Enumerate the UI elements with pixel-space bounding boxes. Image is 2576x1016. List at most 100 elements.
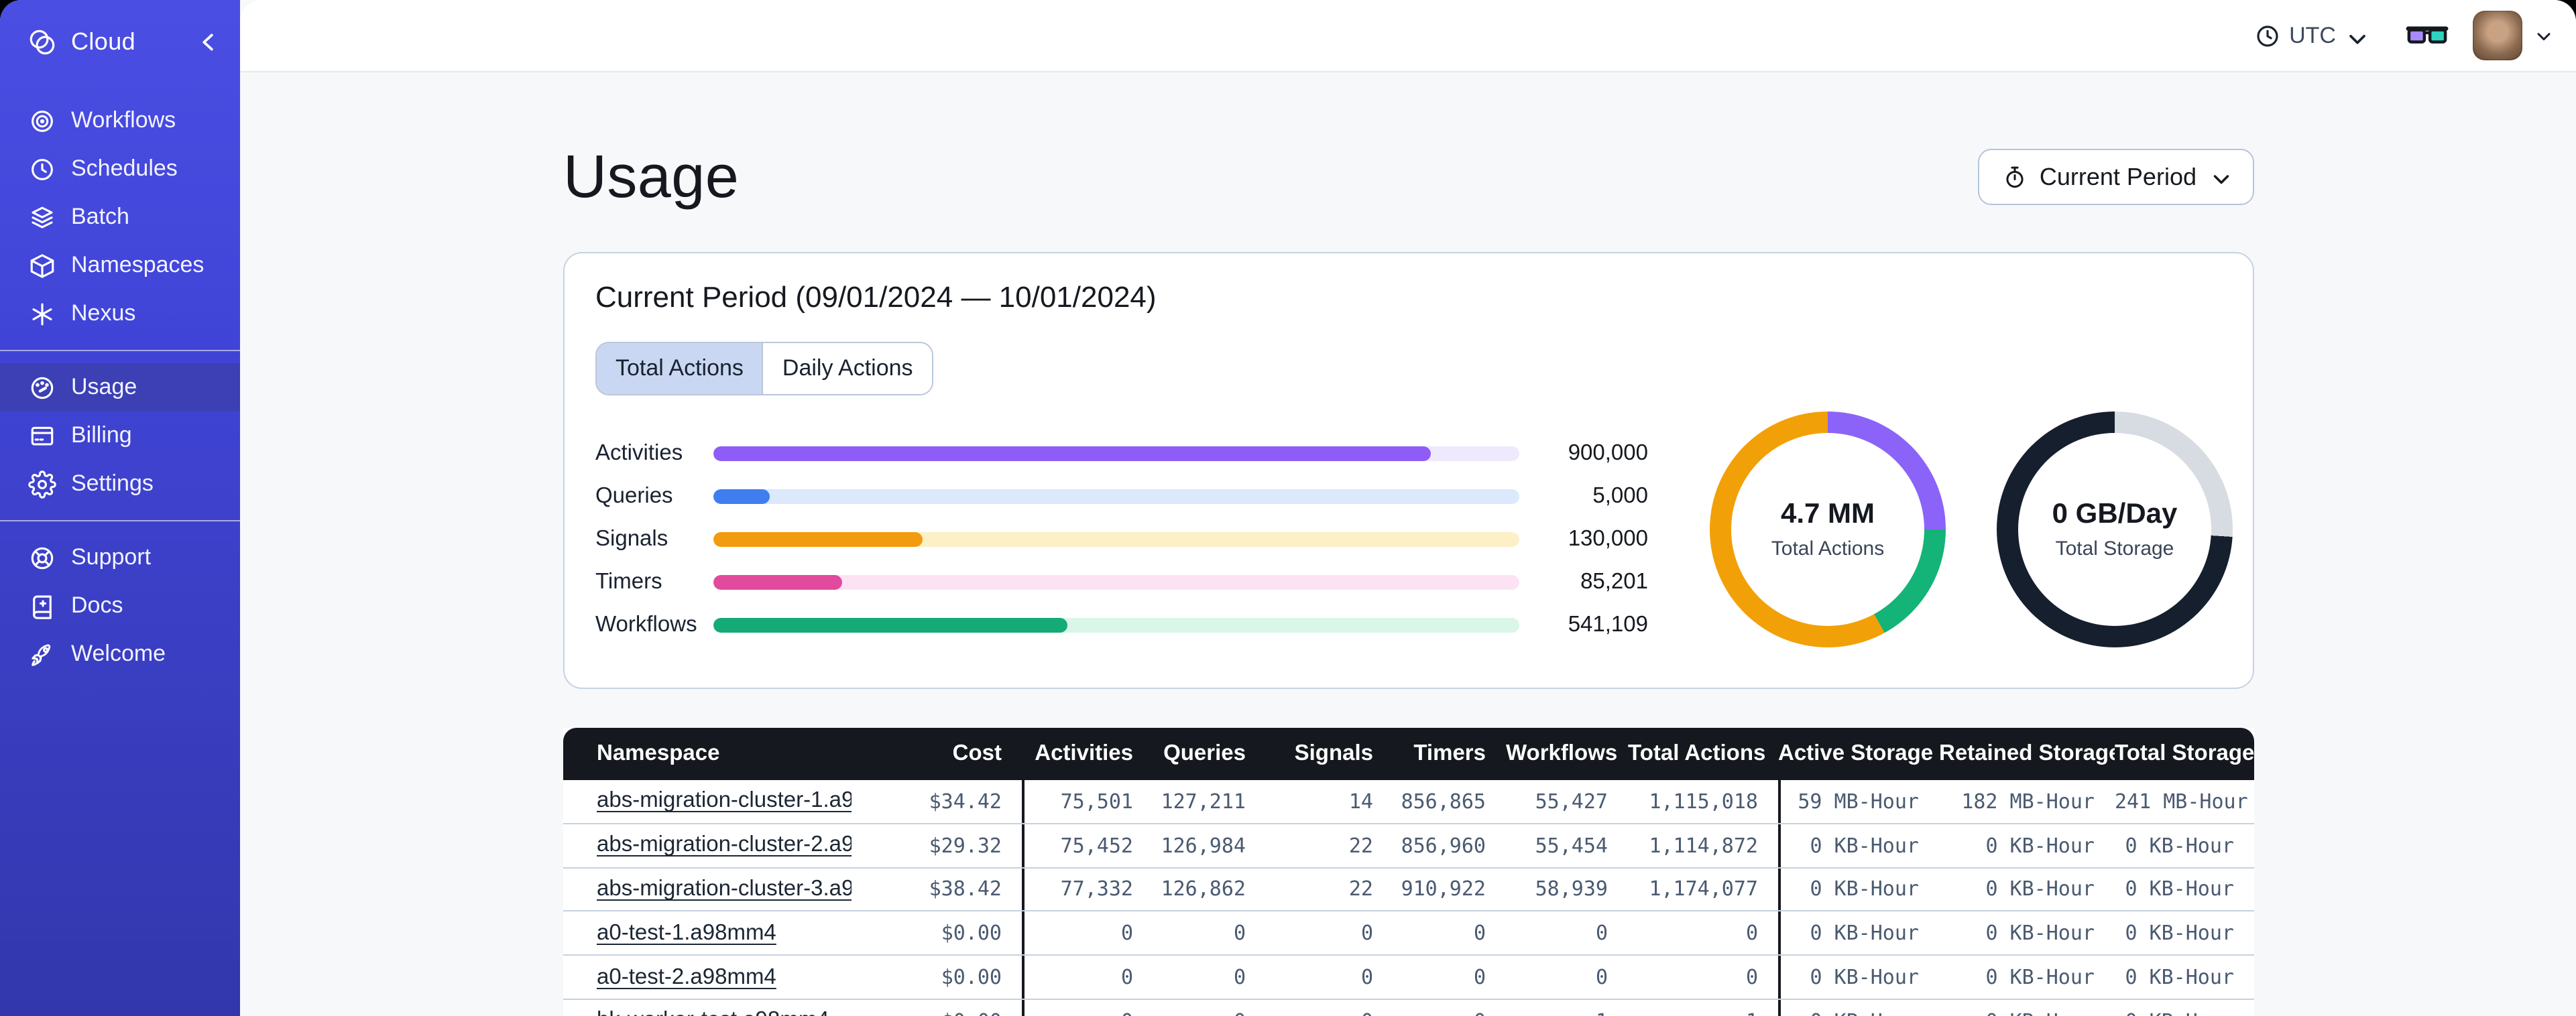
labs-glasses-button[interactable] [2406, 22, 2449, 49]
table-row: a0-test-1.a98mm4 $0.00 0 0 0 0 0 0 0 KB-Hour 0 KB… [563, 911, 2254, 956]
sidebar-item-namespaces[interactable]: Namespaces [0, 241, 240, 290]
donut-label: Total Actions [1771, 537, 1885, 560]
timers-cell: 0 [1473, 921, 1486, 946]
namespace-cell: a0-test-1.a98mm4 [563, 921, 852, 946]
total_storage-cell: 0 KB-Hour [2125, 833, 2234, 858]
brand: Cloud [0, 0, 240, 75]
retained_storage-cell: 0 KB-Hour [1985, 965, 2095, 990]
total_actions-cell: 1,115,018 [1649, 789, 1758, 814]
sidebar-collapse-icon[interactable] [193, 26, 224, 57]
actions-tab-group: Total Actions Daily Actions [595, 342, 933, 395]
donut-value: 4.7 MM [1780, 499, 1875, 529]
period-select-button[interactable]: Current Period [1977, 149, 2254, 205]
bar-fill [713, 618, 1068, 633]
card-title: Current Period (09/01/2024 — 10/01/2024) [595, 280, 1157, 314]
signals-cell: 0 [1360, 921, 1373, 946]
bar-value: 5,000 [1592, 484, 1648, 508]
workflows-icon [28, 107, 56, 135]
queries-cell: 126,984 [1161, 833, 1246, 858]
column-header-signals: Signals [1294, 741, 1373, 765]
signals-cell: 0 [1360, 965, 1373, 990]
workflows-cell: 0 [1595, 921, 1608, 946]
cost-cell: $0.00 [941, 921, 1002, 946]
bar-label: Activities [595, 441, 683, 465]
total_actions-cell: 1 [1628, 1009, 1778, 1016]
bar-row-signals: Signals 130,000 [595, 527, 1648, 551]
sidebar-item-schedules[interactable]: Schedules [0, 145, 240, 193]
bar-track [713, 575, 1519, 590]
total_actions-cell: 0 [1745, 965, 1758, 990]
brand-label: Cloud [71, 27, 136, 54]
namespace-link[interactable]: abs-migration-cluster-1.a98mm4 [597, 789, 852, 813]
active_storage-cell: 59 MB-Hour [1778, 780, 1939, 823]
signals-cell: 22 [1348, 833, 1373, 858]
workflows-cell: 55,427 [1535, 789, 1608, 814]
column-header-active-storage: Active Storage [1778, 741, 1934, 765]
sidebar-item-batch[interactable]: Batch [0, 193, 240, 241]
column-header-retained-storage: Retained Storage [1939, 741, 2115, 765]
bar-fill [713, 532, 923, 547]
namespace-link[interactable]: a0-test-1.a98mm4 [597, 921, 776, 945]
schedules-icon [28, 155, 56, 183]
namespace-link[interactable]: a0-test-2.a98mm4 [597, 964, 776, 989]
tab-daily-actions[interactable]: Daily Actions [762, 343, 932, 394]
column-header-workflows: Workflows [1506, 741, 1618, 765]
namespace-cell: abs-migration-cluster-2.a98mm4 [563, 832, 852, 858]
namespace-link[interactable]: abs-migration-cluster-2.a98mm4 [597, 832, 852, 856]
namespace-link[interactable]: abs-migration-cluster-3.a98mm4 [597, 877, 852, 901]
billing-icon [28, 422, 56, 450]
bar-value: 541,109 [1568, 613, 1648, 637]
bar-value: 130,000 [1568, 527, 1648, 551]
stopwatch-icon [2002, 164, 2028, 190]
sidebar-item-settings[interactable]: Settings [0, 460, 240, 508]
avatar[interactable] [2473, 11, 2522, 60]
user-menu-chevron-icon[interactable] [2533, 25, 2555, 46]
total_actions-cell: 1,174,077 [1649, 877, 1758, 901]
queries-cell: 0 [1153, 1009, 1266, 1016]
namespace-link[interactable]: bk-worker-test.a98mm4 [597, 1009, 829, 1016]
sidebar-item-label: Settings [71, 470, 154, 496]
sidebar-item-label: Namespaces [71, 252, 204, 277]
sidebar: Cloud Workflows Schedules Batch Namespaces N… [0, 0, 240, 1016]
timers-cell: 0 [1473, 965, 1486, 990]
tab-total-actions[interactable]: Total Actions [597, 343, 762, 394]
sidebar-item-label: Support [71, 544, 152, 570]
table-row: abs-migration-cluster-3.a98mm4 $38.42 77,3… [563, 868, 2254, 912]
namespace-cell: a0-test-2.a98mm4 [563, 964, 852, 990]
column-header-total-actions: Total Actions [1628, 741, 1766, 765]
sidebar-item-docs[interactable]: Docs [0, 582, 240, 630]
retained_storage-cell: 0 KB-Hour [1985, 833, 2095, 858]
batch-icon [28, 203, 56, 231]
bar-fill [713, 446, 1431, 461]
table-row: abs-migration-cluster-2.a98mm4 $29.32 75,4… [563, 824, 2254, 869]
period-select-label: Current Period [2039, 163, 2197, 190]
timers-cell: 0 [1393, 1009, 1506, 1016]
column-header-total-storage: Total Storage [2115, 741, 2254, 765]
column-header-queries: Queries [1163, 741, 1246, 765]
workflows-cell: 0 [1595, 965, 1608, 990]
sidebar-item-welcome[interactable]: Welcome [0, 630, 240, 678]
sidebar-item-billing[interactable]: Billing [0, 411, 240, 460]
sidebar-item-workflows[interactable]: Workflows [0, 97, 240, 145]
timezone-dropdown[interactable]: UTC [2254, 22, 2365, 49]
bar-track [713, 489, 1519, 504]
bar-fill [713, 575, 843, 590]
activities-cell: 75,452 [1022, 824, 1153, 867]
bar-value: 900,000 [1568, 441, 1648, 465]
sidebar-item-label: Batch [71, 204, 129, 229]
workflows-cell: 55,454 [1535, 833, 1608, 858]
active_storage-cell: 0 KB-Hour [1778, 956, 1939, 999]
docs-icon [28, 592, 56, 620]
sidebar-item-usage[interactable]: Usage [0, 363, 240, 411]
cost-cell: $38.42 [929, 877, 1002, 901]
activities-cell: 77,332 [1022, 868, 1153, 911]
bar-fill [713, 489, 770, 504]
welcome-icon [28, 640, 56, 668]
sidebar-item-nexus[interactable]: Nexus [0, 290, 240, 338]
activities-cell: 75,501 [1022, 780, 1153, 823]
chevron-down-icon [2344, 25, 2365, 46]
total_actions-cell: 0 [1745, 921, 1758, 946]
retained_storage-cell: 0 KB-Hour [1939, 1009, 2115, 1016]
sidebar-item-label: Billing [71, 422, 132, 448]
sidebar-item-support[interactable]: Support [0, 533, 240, 582]
